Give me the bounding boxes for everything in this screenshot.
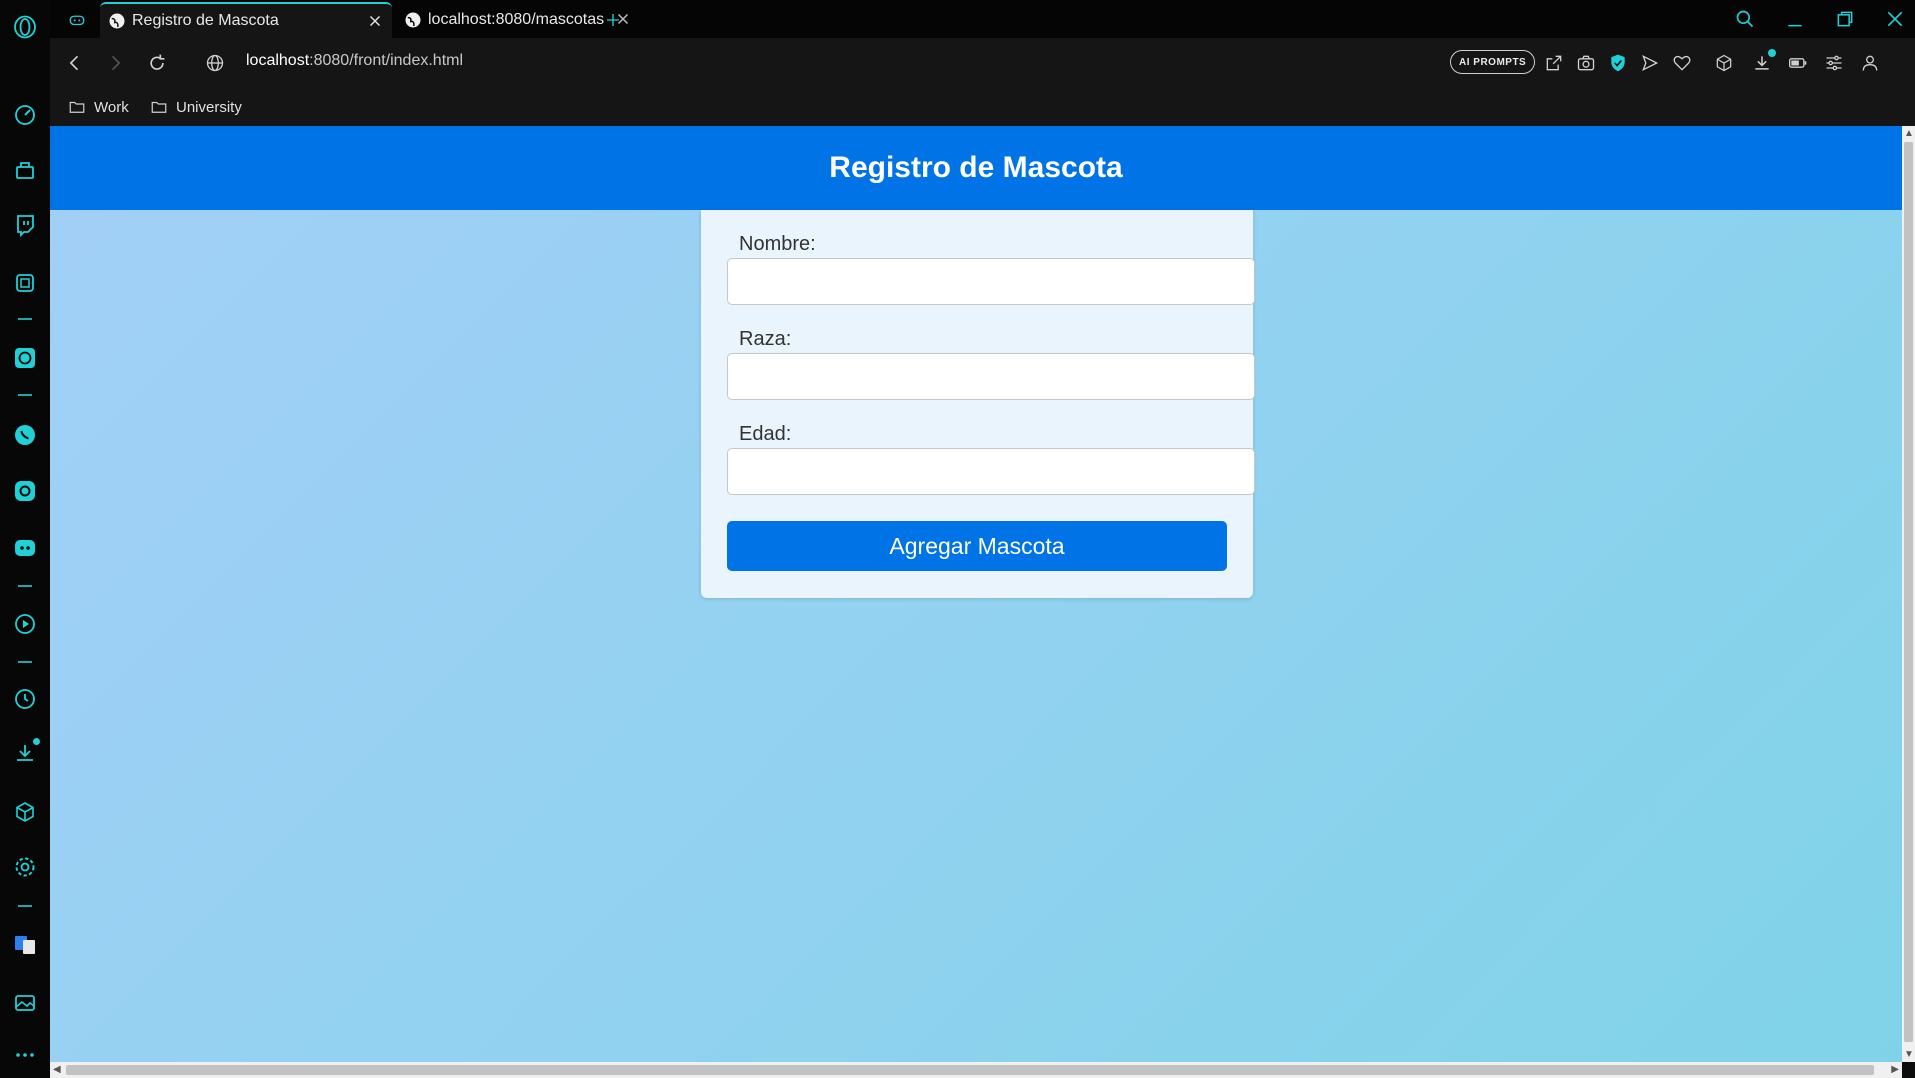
heart-icon[interactable]: [1670, 51, 1694, 75]
restore-window-button[interactable]: [1830, 4, 1860, 34]
raza-label: Raza:: [739, 328, 792, 350]
sidebar-separator: [18, 318, 32, 320]
ai-prompts-button[interactable]: AI PROMPTS: [1450, 50, 1536, 74]
tab-registro-de-mascota[interactable]: Registro de Mascota: [100, 2, 392, 38]
address-bar: localhost:8080/front/index.html AI PROMP…: [50, 38, 1915, 88]
edad-input[interactable]: [727, 448, 1255, 495]
reload-button[interactable]: [144, 50, 170, 76]
horizontal-scrollbar-thumb[interactable]: [66, 1065, 1874, 1075]
plus-icon: [607, 14, 619, 26]
search-tabs-icon[interactable]: [1730, 4, 1760, 34]
new-tab-button[interactable]: [596, 2, 630, 38]
gallery-icon[interactable]: [10, 988, 40, 1018]
player-icon[interactable]: [10, 609, 40, 639]
vpn-shield-icon[interactable]: [1606, 51, 1630, 75]
url-field[interactable]: localhost:8080/front/index.html: [246, 52, 463, 70]
back-button[interactable]: [62, 50, 88, 76]
bookmark-label: University: [176, 98, 242, 116]
easy-setup-icon[interactable]: [1822, 51, 1846, 75]
bookmark-folder-work[interactable]: Work: [68, 94, 129, 120]
instagram-icon[interactable]: [10, 476, 40, 506]
twitch-icon[interactable]: [10, 210, 40, 240]
profile-icon[interactable]: [1858, 51, 1882, 75]
folder-icon: [69, 101, 85, 113]
translate-icon[interactable]: [10, 930, 40, 960]
gx-corner-icon[interactable]: [10, 155, 40, 185]
opera-logo-icon[interactable]: [10, 12, 40, 42]
sidebar-separator: [18, 905, 32, 907]
scroll-down-arrow-icon[interactable]: ▼: [1904, 1049, 1914, 1060]
url-path: :8080/front/index.html: [309, 52, 464, 69]
scroll-up-arrow-icon[interactable]: ▲: [1904, 128, 1914, 139]
close-tab-icon[interactable]: [366, 12, 384, 30]
reload-icon: [150, 54, 165, 70]
agregar-mascota-button[interactable]: Agregar Mascota: [727, 521, 1227, 571]
page-title: Registro de Mascota: [829, 151, 1123, 184]
folder-icon: [151, 101, 167, 113]
chatgpt-icon[interactable]: [10, 343, 40, 373]
url-host: localhost: [246, 52, 310, 69]
send-icon[interactable]: [1638, 51, 1662, 75]
close-window-button[interactable]: [1880, 4, 1910, 34]
raza-input[interactable]: [727, 353, 1255, 400]
scroll-left-arrow-icon[interactable]: ◀: [53, 1064, 61, 1075]
bookmarks-bar: Work University: [50, 88, 1915, 126]
page-header: Registro de Mascota: [50, 126, 1902, 210]
globe-icon: [109, 13, 125, 29]
tab-strip: Registro de Mascota localhost:8080/masco…: [50, 0, 1915, 38]
downloads-icon[interactable]: [10, 738, 40, 768]
share-icon[interactable]: [1542, 51, 1566, 75]
notification-dot: [33, 738, 40, 745]
discord-icon[interactable]: [10, 533, 40, 563]
settings-icon[interactable]: [10, 852, 40, 882]
globe-icon: [405, 12, 421, 28]
extensions-cube-icon[interactable]: [1712, 51, 1736, 75]
more-icon[interactable]: [10, 1040, 40, 1070]
pet-registration-form: Nombre: Raza: Edad: Agregar Mascota: [701, 210, 1255, 598]
sidebar-separator: [18, 394, 32, 396]
speed-dial-icon[interactable]: [10, 100, 40, 130]
nombre-label: Nombre:: [739, 233, 816, 255]
sidebar-separator: [18, 661, 32, 663]
nombre-input[interactable]: [727, 258, 1255, 305]
sidebar-separator: [18, 585, 32, 587]
bookmark-label: Work: [94, 98, 129, 116]
history-icon[interactable]: [10, 684, 40, 714]
bookmark-folder-university[interactable]: University: [150, 94, 242, 120]
vertical-scrollbar-thumb[interactable]: [1904, 142, 1913, 1042]
forward-arrow-icon: [111, 55, 121, 71]
gx-control-icon[interactable]: [10, 268, 40, 298]
extensions-icon[interactable]: [10, 797, 40, 827]
forward-button[interactable]: [102, 50, 128, 76]
battery-saver-icon[interactable]: [1786, 51, 1810, 75]
tab-label: Registro de Mascota: [132, 12, 279, 29]
downloads-toolbar-icon[interactable]: [1750, 49, 1776, 75]
scroll-right-arrow-icon[interactable]: ▶: [1891, 1064, 1899, 1075]
notification-dot: [1768, 49, 1776, 57]
edad-label: Edad:: [739, 423, 792, 445]
back-arrow-icon: [69, 55, 79, 71]
minimize-window-button[interactable]: [1780, 4, 1810, 34]
browser-sidebar: [0, 0, 50, 1078]
site-info-globe-icon[interactable]: [202, 50, 228, 76]
camera-icon[interactable]: [1574, 51, 1598, 75]
horizontal-scrollbar[interactable]: ◀ ▶: [50, 1062, 1902, 1078]
page-viewport: Registro de Mascota Nombre: Raza: Edad: …: [50, 126, 1902, 1062]
tab-label: localhost:8080/mascotas: [428, 11, 605, 28]
vertical-scrollbar[interactable]: ▲ ▼: [1902, 126, 1915, 1062]
gx-game-tab-icon[interactable]: [60, 2, 94, 38]
whatsapp-icon[interactable]: [10, 420, 40, 450]
